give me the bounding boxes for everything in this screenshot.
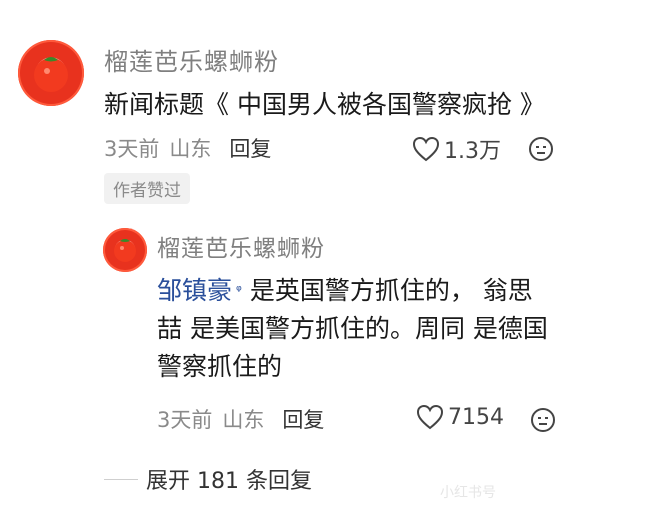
avatar[interactable]	[18, 40, 84, 106]
comment-like-button[interactable]: 1.3万	[412, 133, 501, 165]
watermark: 小红书号	[440, 485, 496, 501]
comment-reply-button[interactable]: 回复	[229, 137, 271, 161]
comment-meta: 3天前 山东 回复	[104, 133, 271, 163]
comment-text: 新闻标题《 中国男人被各国警察疯抢 》	[104, 90, 545, 119]
reply-meta: 3天前 山东 回复	[157, 404, 324, 434]
comment-location: 山东	[169, 137, 212, 161]
expand-replies-label: 展开 181 条回复	[146, 469, 312, 494]
comment-like-count: 1.3万	[444, 139, 501, 164]
comment-time: 3天前	[104, 137, 160, 161]
reply-username[interactable]: 榴莲芭乐螺蛳粉	[157, 229, 325, 263]
search-icon: ᵠ	[236, 283, 242, 299]
reply-location: 山东	[222, 408, 265, 432]
reply-text-block: 邹镇豪 ᵠ 是英国警方抓住的， 翁思喆 是美国警方抓住的。周同 是德国警察抓住的	[157, 272, 552, 386]
reply-time: 3天前	[157, 408, 213, 432]
heart-icon	[416, 404, 444, 430]
avatar[interactable]	[103, 228, 147, 272]
emoji-reaction-icon[interactable]	[528, 136, 554, 162]
reply-like-count: 7154	[448, 404, 504, 430]
heart-icon	[412, 136, 440, 162]
reply-like-button[interactable]: 7154	[416, 404, 504, 430]
mention-link[interactable]: 邹镇豪	[157, 276, 232, 305]
expand-replies-button[interactable]: 展开 181 条回复	[104, 463, 312, 495]
comment-username[interactable]: 榴莲芭乐螺蛳粉	[104, 42, 279, 77]
author-liked-badge: 作者赞过	[104, 173, 190, 204]
reply-reply-button[interactable]: 回复	[282, 408, 324, 432]
emoji-reaction-icon[interactable]	[530, 407, 556, 433]
divider	[104, 478, 138, 480]
